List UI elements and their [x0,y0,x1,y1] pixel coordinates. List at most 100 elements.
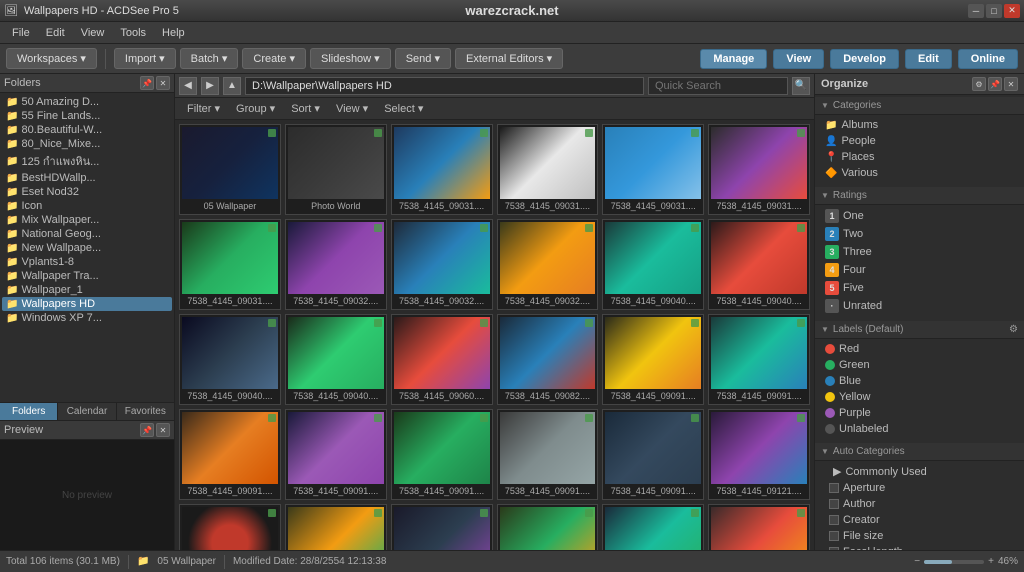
thumbnail-item[interactable]: 7538_4145_09091.... [708,504,810,550]
rating-item[interactable]: ·Unrated [821,297,1018,315]
categories-header[interactable]: ▼ Categories [815,97,1024,115]
thumbnail-item[interactable]: 7538_4145_09031.... [708,124,810,215]
folder-item[interactable]: 📁80.Beautiful-W... [2,123,172,137]
rating-item[interactable]: 5Five [821,279,1018,297]
folder-item[interactable]: 📁New Wallpape... [2,241,172,255]
menu-help[interactable]: Help [154,25,193,41]
send-button[interactable]: Send ▾ [395,48,451,69]
preview-pin-button[interactable]: 📌 [140,423,154,437]
thumbnail-area[interactable]: 05 Wallpaper Photo World 7538_4145_09031… [175,120,814,550]
create-button[interactable]: Create ▾ [242,48,306,69]
up-button[interactable]: ▲ [223,77,241,95]
zoom-out-icon[interactable]: − [914,556,920,567]
thumbnail-item[interactable]: 7538_4145_09040.... [708,219,810,310]
folder-item[interactable]: 📁Windows XP 7... [2,311,172,325]
auto-category-checkbox[interactable] [829,515,839,525]
thumbnail-item[interactable]: 7538_4145_09091.... [602,504,704,550]
panel-pin-button[interactable]: 📌 [140,76,154,90]
batch-button[interactable]: Batch ▾ [180,48,239,69]
label-item[interactable]: Purple [821,405,1018,421]
view-options-button[interactable]: View ▾ [330,101,374,116]
filter-button[interactable]: Filter ▾ [181,101,226,116]
workspaces-button[interactable]: Workspaces ▾ [6,48,97,69]
thumbnail-item[interactable]: 7538_4145_09091.... [497,409,599,500]
thumbnail-item[interactable]: 7538_4145_09091.... [391,504,493,550]
zoom-in-icon[interactable]: + [988,556,994,567]
auto-category-item[interactable]: File size [821,528,1018,544]
thumbnail-item[interactable]: 7538_4145_09091.... [285,409,387,500]
menu-tools[interactable]: Tools [112,25,154,41]
auto-category-checkbox[interactable] [829,499,839,509]
develop-button[interactable]: Develop [830,49,899,69]
auto-category-item[interactable]: Creator [821,512,1018,528]
auto-categories-header[interactable]: ▼ Auto Categories [815,443,1024,461]
rating-item[interactable]: 1One [821,207,1018,225]
forward-button[interactable]: ▶ [201,77,219,95]
rating-item[interactable]: 4Four [821,261,1018,279]
tab-folders[interactable]: Folders [0,403,58,420]
label-item[interactable]: Blue [821,373,1018,389]
label-item[interactable]: Red [821,341,1018,357]
menu-file[interactable]: File [4,25,38,41]
category-item[interactable]: 👤People [821,133,1018,149]
folder-item[interactable]: 📁50 Amazing D... [2,95,172,109]
folder-item[interactable]: 📁Vplants1-8 [2,255,172,269]
select-button[interactable]: Select ▾ [378,101,429,116]
external-editors-button[interactable]: External Editors ▾ [455,48,563,69]
panel-close-button[interactable]: ✕ [156,76,170,90]
maximize-button[interactable]: □ [986,4,1002,18]
back-button[interactable]: ◀ [179,77,197,95]
thumbnail-item[interactable]: 7538_4145_09091.... [602,314,704,405]
organize-close-button[interactable]: ✕ [1004,77,1018,91]
thumbnail-item[interactable]: 7538_4145_09031.... [602,124,704,215]
thumbnail-item[interactable]: 7538_4145_09082.... [497,314,599,405]
tab-calendar[interactable]: Calendar [58,403,116,420]
thumbnail-item[interactable]: 7538_4145_09091.... [497,504,599,550]
thumbnail-item[interactable]: 05 Wallpaper [179,124,281,215]
folder-item[interactable]: 📁80_Nice_Mixe... [2,137,172,151]
folder-tree[interactable]: 📁50 Amazing D...📁55 Fine Lands...📁80.Bea… [0,93,174,402]
thumbnail-item[interactable]: 7538_4145_09091.... [179,409,281,500]
folder-item[interactable]: 📁BestHDWallp... [2,171,172,185]
folder-item[interactable]: 📁Wallpaper Tra... [2,269,172,283]
minimize-button[interactable]: ─ [968,4,984,18]
ratings-header[interactable]: ▼ Ratings [815,187,1024,205]
category-item[interactable]: 🔶Various [821,165,1018,181]
folder-item[interactable]: 📁Wallpaper_1 [2,283,172,297]
organize-settings-button[interactable]: ⚙ [972,77,986,91]
slideshow-button[interactable]: Slideshow ▾ [310,48,391,69]
folder-item[interactable]: 📁Wallpapers HD [2,297,172,311]
thumbnail-item[interactable]: 7538_4145_09040.... [285,314,387,405]
auto-category-item[interactable]: Aperture [821,480,1018,496]
folder-item[interactable]: 📁125 กำแพงหิน... [2,151,172,171]
thumbnail-item[interactable]: 7538_4145_09032.... [285,219,387,310]
label-item[interactable]: Unlabeled [821,421,1018,437]
path-input[interactable] [245,77,644,95]
label-item[interactable]: Green [821,357,1018,373]
thumbnail-item[interactable]: 7538_4145_09091.... [285,504,387,550]
category-item[interactable]: 📍Places [821,149,1018,165]
thumbnail-item[interactable]: 7538_4145_09031.... [179,219,281,310]
thumbnail-item[interactable]: 7538_4145_09032.... [497,219,599,310]
thumbnail-item[interactable]: 7538_4145_09031.... [391,124,493,215]
commonly-used-item[interactable]: ▶ Commonly Used [821,463,1018,480]
rating-item[interactable]: 3Three [821,243,1018,261]
edit-button[interactable]: Edit [905,49,952,69]
menu-view[interactable]: View [73,25,113,41]
zoom-slider[interactable] [924,560,984,564]
folder-item[interactable]: 📁55 Fine Lands... [2,109,172,123]
thumbnail-item[interactable]: 7538_4145_09032.... [391,219,493,310]
rating-item[interactable]: 2Two [821,225,1018,243]
auto-category-checkbox[interactable] [829,531,839,541]
search-button[interactable]: 🔍 [792,77,810,95]
folder-item[interactable]: 📁Mix Wallpaper... [2,213,172,227]
labels-header[interactable]: ▼ Labels (Default) ⚙ [815,321,1024,339]
folder-item[interactable]: 📁Icon [2,199,172,213]
search-input[interactable] [648,77,788,95]
preview-close-button[interactable]: ✕ [156,423,170,437]
sort-button[interactable]: Sort ▾ [285,101,326,116]
group-button[interactable]: Group ▾ [230,101,281,116]
organize-pin-button[interactable]: 📌 [988,77,1002,91]
thumbnail-item[interactable]: 7538_4145_09031.... [497,124,599,215]
thumbnail-item[interactable]: 7538_4145_09060.... [391,314,493,405]
